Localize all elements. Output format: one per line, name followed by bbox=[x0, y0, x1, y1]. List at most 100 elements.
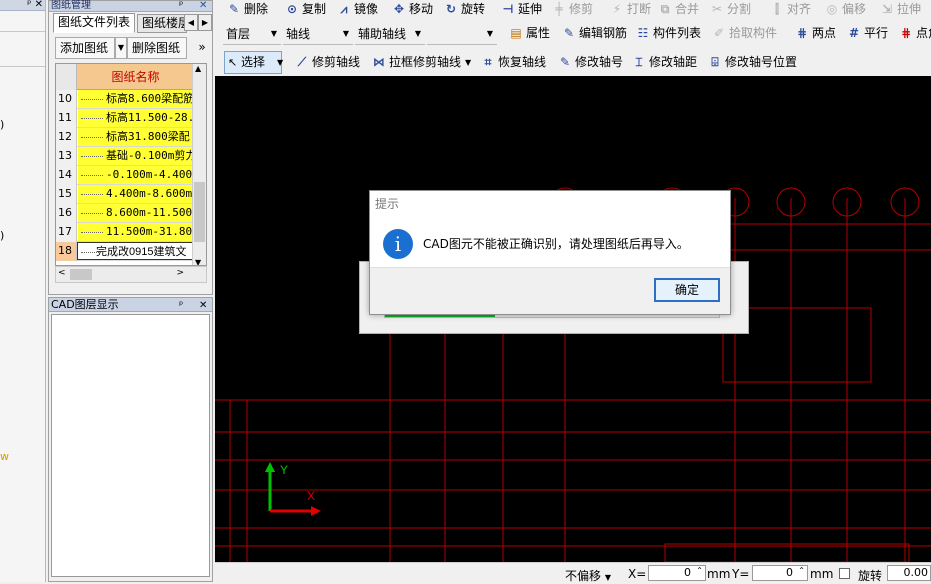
message-dialog: 提示 i CAD图元不能被正确识别，请处理图纸后再导入。 确定 bbox=[369, 190, 731, 315]
rotate-button[interactable]: ↻ 旋转 bbox=[444, 0, 485, 20]
offset-icon: ◎ bbox=[826, 2, 838, 16]
vertical-scrollbar[interactable]: ▲ ▼ bbox=[192, 64, 206, 265]
table-header: 图纸名称 bbox=[56, 64, 206, 90]
scroll-up-icon[interactable]: ▲ bbox=[195, 64, 201, 73]
close-icon[interactable]: ✕ bbox=[199, 1, 207, 11]
rotate-input[interactable]: 0.00 bbox=[887, 565, 931, 581]
properties-button[interactable]: ▤ 属性 bbox=[509, 24, 550, 44]
box-trim-dropdown-icon[interactable]: ▼ bbox=[465, 54, 471, 74]
x-unit: mm bbox=[707, 567, 731, 581]
pick-component-button[interactable]: ✐ 拾取构件 bbox=[712, 24, 777, 44]
trim-axis-icon: ⟋ bbox=[297, 55, 307, 69]
break-button[interactable]: ⚡ 打断 bbox=[610, 0, 651, 20]
table-row[interactable]: 12 标高31.800梁配 bbox=[56, 128, 194, 147]
chevron-down-icon: ▼ bbox=[486, 29, 493, 38]
ok-button[interactable]: 确定 bbox=[654, 278, 720, 302]
tab-prev-icon[interactable]: ◀ bbox=[184, 14, 198, 31]
edit-axis-number-icon: ✎ bbox=[559, 55, 571, 69]
split-button[interactable]: ✂ 分割 bbox=[710, 0, 751, 20]
scrollbar-thumb[interactable] bbox=[70, 269, 92, 280]
copy-icon: ⊙ bbox=[286, 2, 298, 16]
info-icon: i bbox=[383, 229, 413, 259]
panel-titlebar: 图纸管理 ᵖ ✕ bbox=[49, 1, 212, 12]
tab-drawing-floor[interactable]: 图纸楼层 bbox=[137, 14, 187, 33]
align-button[interactable]: ⫿ 对齐 bbox=[770, 0, 811, 20]
restore-axis-icon: ⌗ bbox=[484, 55, 492, 69]
table-row[interactable]: 13 基础-0.100m剪力 bbox=[56, 147, 194, 166]
table-row[interactable]: 15 4.400m-8.600m剪 bbox=[56, 185, 194, 204]
mirror-button[interactable]: ⩘ 镜像 bbox=[337, 0, 378, 20]
stretch-button[interactable]: ⇲ 拉伸 bbox=[880, 0, 921, 20]
scrollbar-thumb[interactable] bbox=[194, 182, 205, 242]
pin-icon[interactable]: ᵖ bbox=[179, 1, 183, 11]
edit-rebar-button[interactable]: ✎ 编辑钢筋 bbox=[562, 24, 627, 44]
move-icon: ✥ bbox=[393, 2, 405, 16]
column-header-name[interactable]: 图纸名称 bbox=[77, 68, 194, 85]
restore-axis-button[interactable]: ⌗ 恢复轴线 bbox=[481, 53, 546, 73]
close-icon[interactable]: ✕ bbox=[199, 299, 207, 312]
component-list-button[interactable]: ☷ 构件列表 bbox=[636, 24, 701, 44]
table-row-selected[interactable]: 18 完成改0915建筑文 bbox=[56, 242, 194, 261]
panel-title: 图纸管理 bbox=[51, 0, 91, 11]
scroll-down-icon[interactable]: ▼ bbox=[195, 258, 201, 265]
table-row[interactable]: 14 -0.100m-4.400M bbox=[56, 166, 194, 185]
table-row[interactable]: 17 11.500m-31.800 bbox=[56, 223, 194, 242]
panel-title: CAD图层显示 bbox=[51, 298, 119, 311]
break-icon: ⚡ bbox=[612, 2, 622, 16]
edit-axis-number-button[interactable]: ✎ 修改轴号 bbox=[558, 53, 623, 73]
chevron-down-icon: ▼ bbox=[342, 29, 349, 38]
x-input[interactable]: 0 ⌃ bbox=[648, 565, 706, 581]
drawing-management-panel: 图纸管理 ᵖ ✕ 图纸文件列表 图纸楼层 ◀ ▶ 添加图纸 ▼ 删除图纸 » 图… bbox=[48, 0, 213, 295]
edit-toolbar: ✎ 删除 ⊙ 复制 ⩘ 镜像 ✥ 移动 ↻ 旋转 ⊣ 延伸 ╪ 修剪 ⚡ 打断 ⧉ 合并 ✂ 分割 … bbox=[215, 0, 931, 20]
move-button[interactable]: ✥ 移动 bbox=[392, 0, 433, 20]
category-select[interactable]: 轴线 ▼ bbox=[283, 24, 353, 45]
edit-axis-distance-button[interactable]: ⌶ 修改轴距 bbox=[632, 53, 697, 73]
y-label: Y= bbox=[732, 567, 750, 581]
extend-button[interactable]: ⊣ 延伸 bbox=[501, 0, 543, 20]
delete-drawing-button[interactable]: 删除图纸 bbox=[127, 37, 187, 59]
table-row[interactable]: 16 8.600m-11.500m bbox=[56, 204, 194, 223]
floor-select[interactable]: 首层 ▼ bbox=[223, 24, 281, 45]
offset-button[interactable]: ◎ 偏移 bbox=[825, 0, 866, 20]
cursor-icon: ↖ bbox=[228, 56, 238, 69]
rotate-checkbox[interactable] bbox=[839, 568, 850, 579]
add-drawing-button[interactable]: 添加图纸 bbox=[55, 37, 115, 59]
merge-icon: ⧉ bbox=[660, 2, 670, 16]
tab-next-icon[interactable]: ▶ bbox=[198, 14, 212, 31]
select-dropdown-icon[interactable]: ▼ bbox=[277, 54, 283, 74]
list-icon: ☷ bbox=[637, 26, 649, 40]
chevron-down-icon: ▼ bbox=[270, 29, 277, 38]
pick-icon: ✐ bbox=[713, 26, 725, 40]
offset-mode-select[interactable]: 不偏移 ▼ bbox=[565, 567, 611, 584]
select-button[interactable]: ↖ 选择 bbox=[224, 51, 282, 74]
more-icon[interactable]: » bbox=[193, 37, 211, 59]
copy-button[interactable]: ⊙ 复制 bbox=[285, 0, 326, 20]
split-icon: ✂ bbox=[711, 2, 723, 16]
table-row[interactable]: 11 标高11.500-28. bbox=[56, 109, 194, 128]
spin-icon: ⌃ bbox=[798, 566, 805, 575]
type-select[interactable]: 辅助轴线 ▼ bbox=[355, 24, 425, 45]
edit-axis-position-button[interactable]: ⌹ 修改轴号位置 bbox=[708, 53, 797, 73]
trim-button[interactable]: ╪ 修剪 bbox=[552, 0, 593, 20]
scroll-right-icon[interactable]: > bbox=[176, 268, 184, 278]
add-drawing-dropdown-icon[interactable]: ▼ bbox=[115, 37, 127, 59]
box-trim-axis-button[interactable]: ⋈ 拉框修剪轴线 bbox=[372, 53, 461, 73]
parallel-icon: # bbox=[848, 26, 860, 40]
pin-icon[interactable]: ᵖ bbox=[179, 299, 183, 312]
horizontal-scrollbar[interactable]: < > bbox=[55, 266, 207, 283]
merge-button[interactable]: ⧉ 合并 bbox=[658, 0, 699, 20]
parallel-button[interactable]: # 平行 bbox=[847, 24, 888, 44]
y-input[interactable]: 0 ⌃ bbox=[752, 565, 808, 581]
left-panel: ᵖ ✕ ) ) w bbox=[0, 0, 46, 582]
table-row[interactable]: 10 标高8.600梁配筋 bbox=[56, 90, 194, 109]
scroll-left-icon[interactable]: < bbox=[58, 268, 66, 278]
spin-icon: ⌃ bbox=[696, 566, 703, 575]
tab-drawing-file-list[interactable]: 图纸文件列表 bbox=[53, 13, 135, 33]
delete-icon: ✎ bbox=[228, 2, 240, 16]
left-fragment: w bbox=[0, 450, 9, 463]
point-angle-button[interactable]: ⋕点角 bbox=[899, 24, 931, 44]
trim-axis-button[interactable]: ⟋ 修剪轴线 bbox=[295, 53, 360, 73]
two-points-button[interactable]: ⋕ 两点 bbox=[795, 24, 836, 44]
component-select[interactable]: ▼ bbox=[427, 24, 497, 45]
delete-button[interactable]: ✎ 删除 bbox=[227, 0, 268, 20]
